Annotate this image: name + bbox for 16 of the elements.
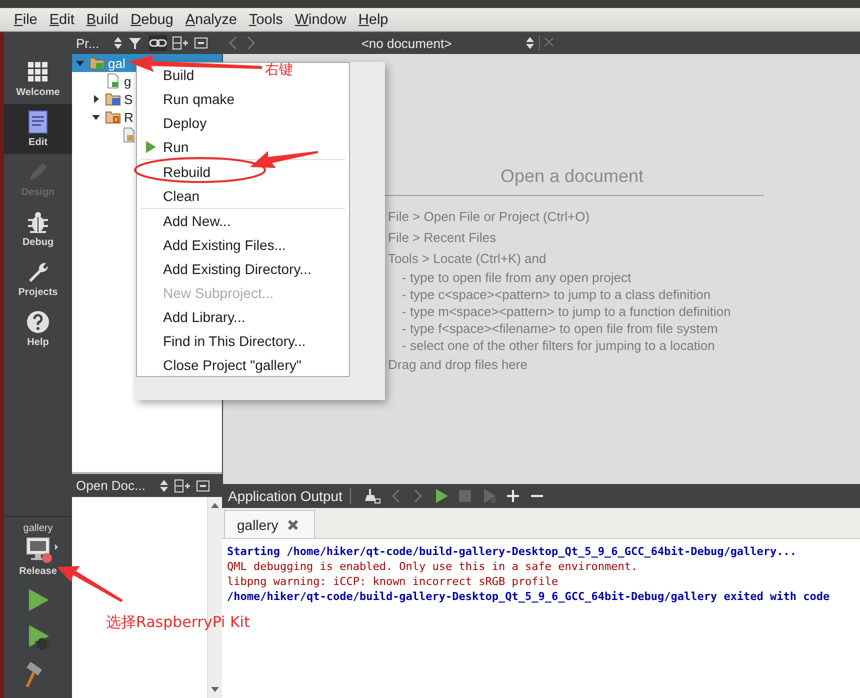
hint-text: - type c<space><pattern> to jump to a class definition <box>401 286 712 303</box>
panel-title: Application Output <box>228 488 352 504</box>
hint-text: Tools > Locate (Ctrl+K) and <box>388 251 546 266</box>
annotation-text: 右键 <box>265 61 293 79</box>
hint-text: - type to open file from any open project <box>401 269 632 286</box>
output-line: libpng warning: iCCP: known incorrect sRGB profile <box>227 574 560 589</box>
output-line: /home/hiker/qt-code/build-gallery-Desktop_Qt_5_9_6_GCC_64bit-Debug/gallery exited with code <box>227 589 831 604</box>
hint-text: - select one of the other filters for jumping to a location <box>401 337 716 354</box>
hint-text: Drag and drop files here <box>388 357 528 372</box>
hint-text: - type m<space><pattern> to jump to a function definition <box>401 303 732 320</box>
hint-text: - type f<space><filename> to open file from file system <box>401 320 719 337</box>
output-line: QML debugging is enabled. Only use this in a safe environment. <box>227 559 639 574</box>
hint-text: File > Recent Files <box>388 230 496 245</box>
annotation-text: 选择RaspberryPi Kit <box>106 613 250 632</box>
output-line: Starting /home/hiker/qt-code/build-gallery-Desktop_Qt_5_9_6_GCC_64bit-Debug/gallery... <box>227 544 798 559</box>
hint-text: File > Open File or Project (Ctrl+O) <box>388 209 590 224</box>
